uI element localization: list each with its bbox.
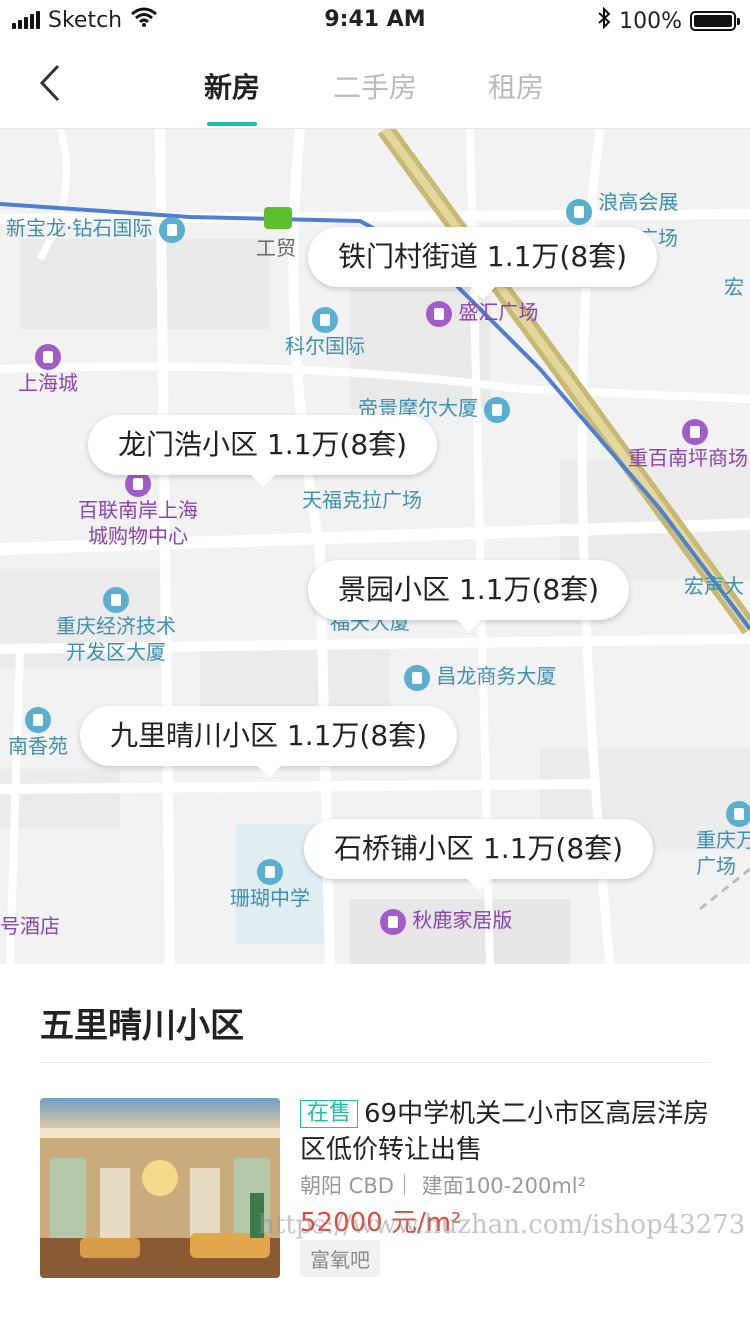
tab-new-house[interactable]: 新房 xyxy=(204,66,261,126)
nav-bar: 新房 二手房 租房 xyxy=(0,40,750,128)
poi-xinbaolong[interactable]: 新宝龙·钻石国际 xyxy=(6,215,185,243)
building-icon xyxy=(103,586,129,613)
listing-photo[interactable] xyxy=(40,1098,280,1278)
poi-label: 重庆万 xyxy=(696,827,750,852)
poi-label: 天福克拉广场 xyxy=(302,488,422,512)
poi-hong[interactable]: 宏 xyxy=(724,274,744,300)
living-room-image xyxy=(40,1098,280,1278)
feature-tag: 富氧吧 xyxy=(300,1240,380,1277)
poi-label: 号酒店 xyxy=(0,914,60,938)
map-bubble-jingyuan[interactable]: 景园小区 1.1万(8套) xyxy=(308,560,630,632)
listing-meta: 朝阳 CBD｜ 建面100-200ml² xyxy=(300,1174,587,1198)
poi-label: 开发区大厦 xyxy=(66,639,166,664)
poi-qiulu[interactable]: 秋鹿家居版 xyxy=(380,907,512,935)
poi-shenghui[interactable]: 盛汇广场 xyxy=(426,299,538,327)
poi-shanghaicheng[interactable]: 上海城 xyxy=(18,342,78,396)
poi-bailian[interactable]: 百联南岸上海 城购物中心 xyxy=(78,469,198,549)
poi-label: 秋鹿家居版 xyxy=(412,908,513,932)
tab-label: 二手房 xyxy=(333,71,418,104)
tab-label: 租房 xyxy=(488,71,545,104)
building-icon xyxy=(566,199,592,225)
poi-chongbai[interactable]: 重百南坪商场 xyxy=(628,417,748,471)
battery-icon xyxy=(690,11,740,31)
community-sheet: 五里晴川小区 在售 69中学机关二小市区高层洋房区低价转让出售 朝阳 CBD｜ 建… xyxy=(0,964,750,1334)
status-right: 100% xyxy=(597,6,740,35)
building-icon xyxy=(484,396,511,423)
school-icon xyxy=(257,858,283,885)
poi-label: 上海城 xyxy=(18,370,78,395)
poi-metro-gongmao[interactable]: 工贸 xyxy=(256,235,296,261)
poi-shanhu[interactable]: 珊瑚中学 xyxy=(230,857,310,911)
poi-label: 浪高会展 xyxy=(598,190,679,214)
tab-rental[interactable]: 租房 xyxy=(488,66,544,106)
poi-label: 重百南坪商场 xyxy=(628,445,748,470)
map-bubble-shiqiaopu[interactable]: 石桥铺小区 1.1万(8套) xyxy=(304,819,654,891)
poi-label: 广场 xyxy=(696,853,736,878)
poi-nanxiangyuan[interactable]: 南香苑 xyxy=(8,705,68,759)
shopping-bag-icon xyxy=(380,908,406,935)
poi-label: 珊瑚中学 xyxy=(230,885,310,910)
on-sale-badge: 在售 xyxy=(300,1100,359,1128)
poi-label: 城购物中心 xyxy=(88,523,188,548)
shopping-bag-icon xyxy=(35,343,61,370)
poi-label: 南香苑 xyxy=(8,733,68,758)
status-bar: Sketch 9:41 AM 100% xyxy=(0,0,750,40)
listing-title-text: 69中学机关二小市区高层洋房区低价转让出售 xyxy=(300,1099,710,1165)
tab-second-hand[interactable]: 二手房 xyxy=(333,66,417,106)
listing-title[interactable]: 在售 69中学机关二小市区高层洋房区低价转让出售 xyxy=(300,1096,720,1168)
map-bubble-jiuliqingchuan[interactable]: 九里晴川小区 1.1万(8套) xyxy=(80,706,458,778)
building-icon xyxy=(404,664,430,691)
poi-label: 科尔国际 xyxy=(285,333,365,358)
shopping-bag-icon xyxy=(426,300,452,327)
map-view[interactable]: 新宝龙·钻石国际 工贸 浪高会展国际广场 宏 盛汇广场 科尔国际 上海城 帝景摩… xyxy=(0,128,750,965)
poi-hotel[interactable]: 号酒店 xyxy=(0,913,60,939)
shopping-bag-icon xyxy=(682,418,708,445)
building-icon xyxy=(158,216,185,243)
poi-keer[interactable]: 科尔国际 xyxy=(285,305,365,359)
poi-label: 宏声大 xyxy=(684,574,744,598)
home-icon xyxy=(25,706,51,733)
poi-jingji[interactable]: 重庆经济技术 开发区大厦 xyxy=(56,585,176,665)
poi-changlong[interactable]: 昌龙商务大厦 xyxy=(404,663,556,691)
poi-wanda[interactable]: 重庆万 广场 xyxy=(696,799,750,879)
listing-price: 52000 元/m² xyxy=(300,1208,462,1238)
building-icon xyxy=(726,800,750,827)
battery-percent: 100% xyxy=(619,8,682,34)
divider xyxy=(40,1062,710,1063)
map-bubble-tiemencun[interactable]: 铁门村街道 1.1万(8套) xyxy=(308,227,658,299)
tab-active-indicator xyxy=(207,122,258,126)
poi-label: 重庆经济技术 xyxy=(56,613,176,638)
tab-label: 新房 xyxy=(204,71,261,104)
poi-label: 百联南岸上海 xyxy=(78,497,198,522)
poi-tianfu[interactable]: 天福克拉广场 xyxy=(302,487,422,513)
bluetooth-icon xyxy=(597,6,611,35)
poi-label: 新宝龙·钻石国际 xyxy=(6,216,153,240)
poi-label: 工贸 xyxy=(256,236,296,260)
poi-hongsheng[interactable]: 宏声大 xyxy=(684,573,744,599)
tab-bar: 新房 二手房 租房 xyxy=(0,40,750,128)
poi-label: 昌龙商务大厦 xyxy=(436,664,557,688)
poi-label: 宏 xyxy=(724,275,744,299)
building-icon xyxy=(312,306,338,333)
community-title: 五里晴川小区 xyxy=(40,1006,244,1046)
map-bubble-longmenhao[interactable]: 龙门浩小区 1.1万(8套) xyxy=(88,415,438,487)
poi-label: 盛汇广场 xyxy=(458,300,539,324)
